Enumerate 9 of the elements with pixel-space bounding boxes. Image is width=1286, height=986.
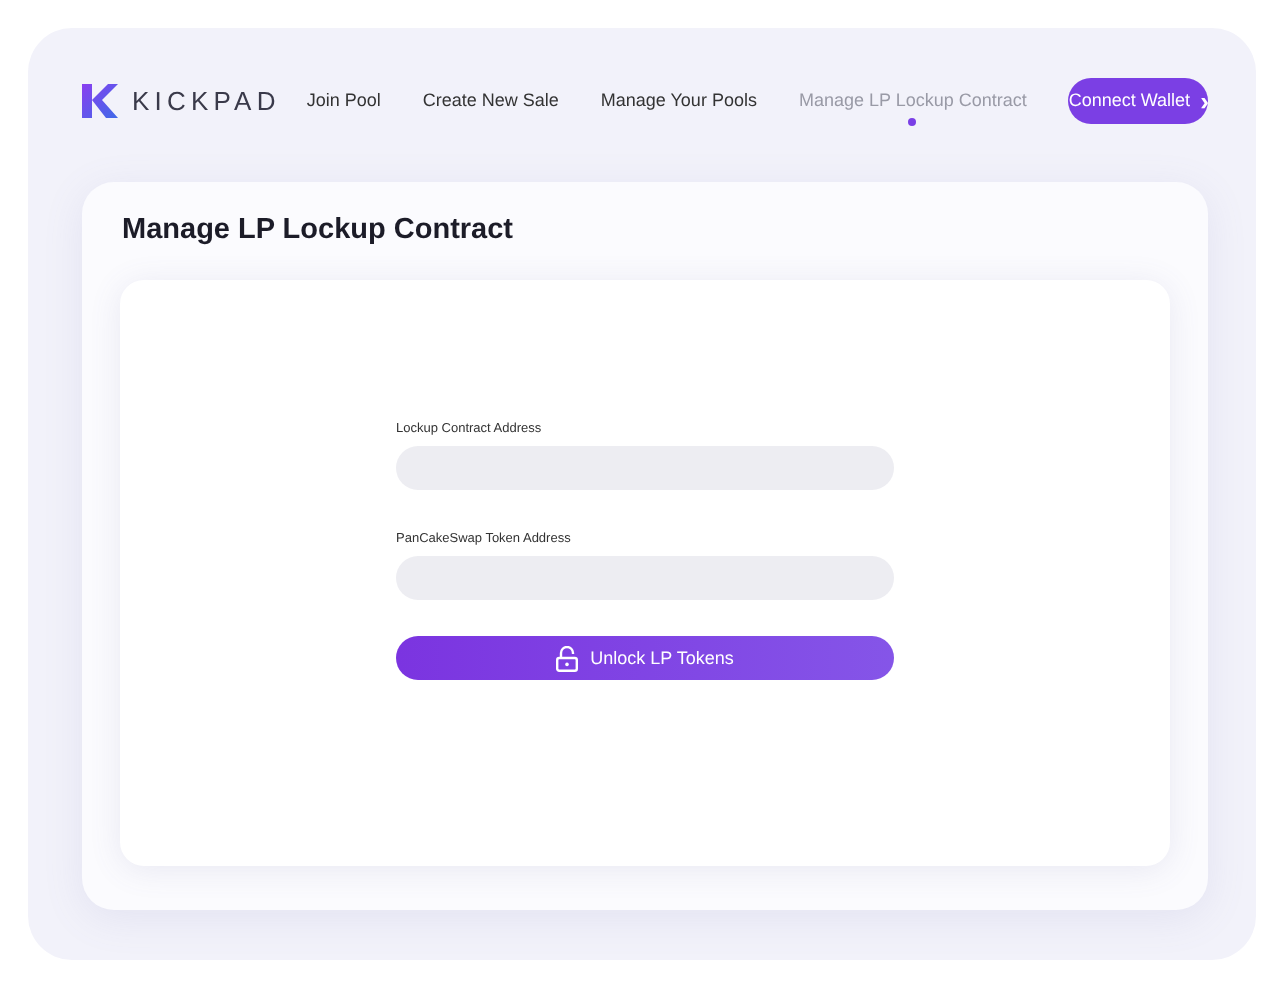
nav-link[interactable]: Manage Your Pools [600, 90, 757, 130]
unlock-button[interactable]: Unlock LP Tokens [396, 636, 894, 680]
nav-link[interactable]: Join Pool [306, 90, 381, 130]
nav-link[interactable]: Create New Sale [422, 90, 559, 130]
connect-wallet-button[interactable]: Connect Wallet › [1068, 77, 1209, 123]
unlock-icon [556, 645, 579, 671]
logo-wordmark: KICKPAD [132, 85, 281, 115]
logo-icon [82, 83, 118, 117]
page-title: Manage LP Lockup Contract [122, 214, 516, 250]
